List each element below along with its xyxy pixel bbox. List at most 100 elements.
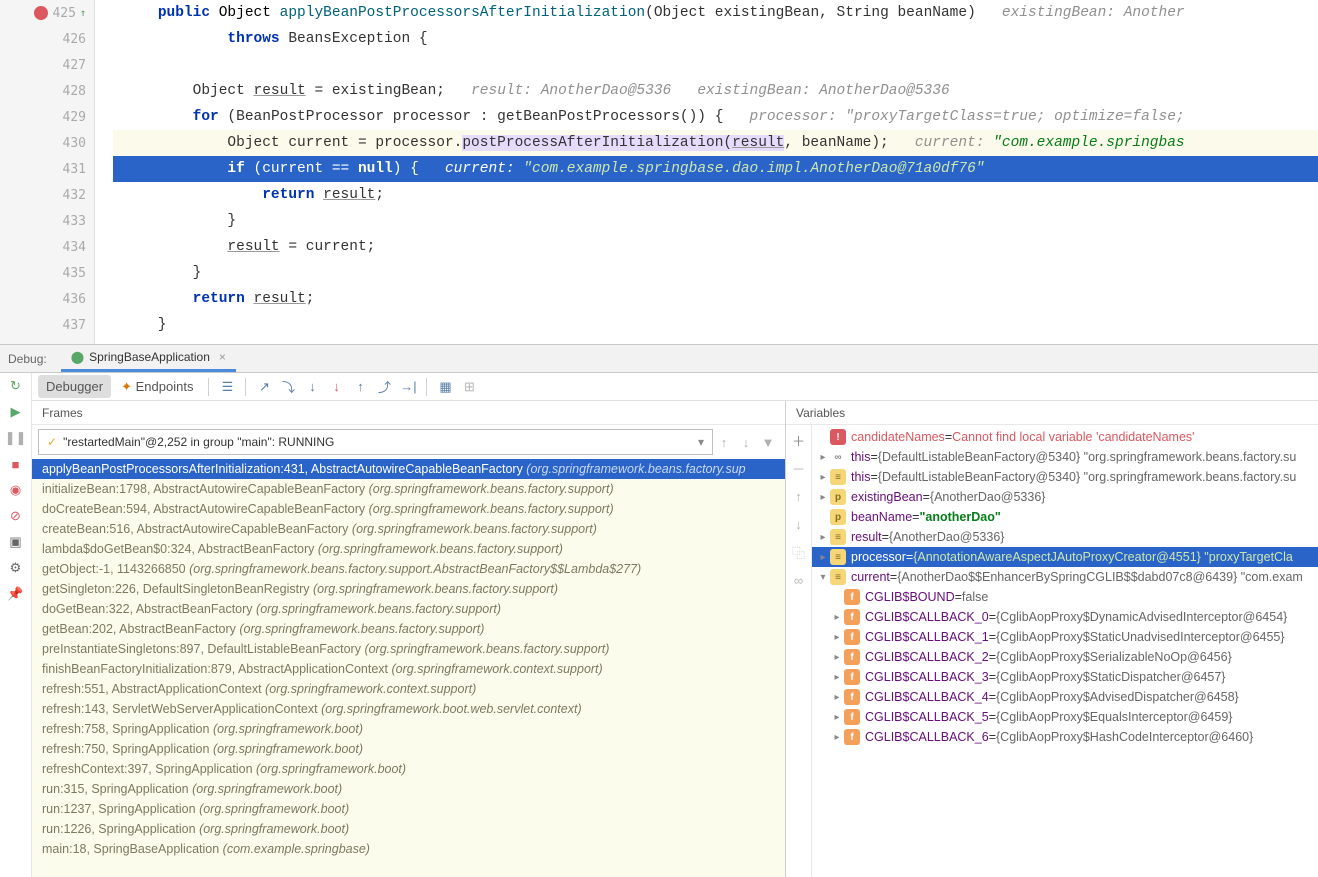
stack-frame[interactable]: initializeBean:1798, AbstractAutowireCap…	[32, 479, 785, 499]
variable-row[interactable]: fCGLIB$CALLBACK_6 = {CglibAopProxy$HashC…	[812, 727, 1318, 747]
code-line[interactable]: public Object applyBeanPostProcessorsAft…	[113, 0, 1318, 26]
code-line[interactable]: throws BeansException {	[113, 26, 1318, 52]
gutter-line[interactable]: 433	[0, 208, 94, 234]
stack-frame[interactable]: lambda$doGetBean$0:324, AbstractBeanFact…	[32, 539, 785, 559]
debug-config-tab[interactable]: ⬤ SpringBaseApplication ×	[61, 345, 236, 372]
code-line[interactable]: if (current == null) { current: "com.exa…	[113, 156, 1318, 182]
run-to-cursor-icon[interactable]: →|	[397, 376, 419, 398]
show-execution-icon[interactable]: ↗	[253, 376, 275, 398]
stack-frame[interactable]: preInstantiateSingletons:897, DefaultLis…	[32, 639, 785, 659]
step-over-icon[interactable]: ⤵	[277, 376, 299, 398]
prev-frame-icon[interactable]: ↑	[713, 431, 735, 453]
expand-icon[interactable]	[830, 632, 844, 643]
view-breakpoints-icon[interactable]: ◉	[0, 477, 32, 503]
settings-icon[interactable]: ⚙	[0, 555, 32, 581]
step-into-icon[interactable]: ↓	[301, 376, 323, 398]
stack-frame[interactable]: getObject:-1, 1143266850 (org.springfram…	[32, 559, 785, 579]
move-down-icon[interactable]: ↓	[788, 513, 810, 535]
variable-row[interactable]: fCGLIB$CALLBACK_4 = {CglibAopProxy$Advis…	[812, 687, 1318, 707]
variable-row[interactable]: pbeanName = "anotherDao"	[812, 507, 1318, 527]
expand-icon[interactable]	[830, 652, 844, 663]
stack-frame[interactable]: refresh:551, AbstractApplicationContext …	[32, 679, 785, 699]
stack-frame[interactable]: getSingleton:226, DefaultSingletonBeanRe…	[32, 579, 785, 599]
filter-icon[interactable]: ▼	[757, 431, 779, 453]
variable-row[interactable]: pexistingBean = {AnotherDao@5336}	[812, 487, 1318, 507]
expand-icon[interactable]	[830, 672, 844, 683]
stack-frame[interactable]: doCreateBean:594, AbstractAutowireCapabl…	[32, 499, 785, 519]
pin-icon[interactable]: 📌	[0, 581, 32, 607]
variable-row[interactable]: fCGLIB$CALLBACK_2 = {CglibAopProxy$Seria…	[812, 647, 1318, 667]
thread-selector[interactable]: ✓ "restartedMain"@2,252 in group "main":…	[38, 429, 713, 455]
gutter-line[interactable]: 428	[0, 78, 94, 104]
expand-icon[interactable]	[816, 552, 830, 563]
gutter-line[interactable]: 432	[0, 182, 94, 208]
expand-icon[interactable]	[816, 452, 830, 463]
duplicate-icon[interactable]: ⿻	[788, 541, 810, 563]
stop-icon[interactable]: ■	[0, 451, 32, 477]
force-step-into-icon[interactable]: ↓	[325, 376, 347, 398]
evaluate-icon[interactable]: ▦	[434, 376, 456, 398]
expand-icon[interactable]	[816, 472, 830, 483]
move-up-icon[interactable]: ↑	[788, 485, 810, 507]
variable-row[interactable]: ≡result = {AnotherDao@5336}	[812, 527, 1318, 547]
variable-row[interactable]: fCGLIB$CALLBACK_1 = {CglibAopProxy$Stati…	[812, 627, 1318, 647]
code-line[interactable]: }	[113, 312, 1318, 338]
gutter-line[interactable]: 427	[0, 52, 94, 78]
drop-frame-icon[interactable]: ⤴	[373, 376, 395, 398]
stack-frame[interactable]: refresh:758, SpringApplication (org.spri…	[32, 719, 785, 739]
expand-icon[interactable]	[816, 532, 830, 543]
variable-row[interactable]: ≡current = {AnotherDao$$EnhancerBySpring…	[812, 567, 1318, 587]
gutter-line[interactable]: 435	[0, 260, 94, 286]
variable-row[interactable]: fCGLIB$BOUND = false	[812, 587, 1318, 607]
mute-breakpoints-icon[interactable]: ⊘	[0, 503, 32, 529]
code-line[interactable]: }	[113, 260, 1318, 286]
pause-icon[interactable]: ❚❚	[0, 425, 32, 451]
expand-icon[interactable]	[830, 612, 844, 623]
stack-frame[interactable]: run:1237, SpringApplication (org.springf…	[32, 799, 785, 819]
code-line[interactable]: return result;	[113, 182, 1318, 208]
gutter-line[interactable]: 430	[0, 130, 94, 156]
variables-list[interactable]: !candidateNames = Cannot find local vari…	[812, 425, 1318, 877]
code-line[interactable]: for (BeanPostProcessor processor : getBe…	[113, 104, 1318, 130]
stack-frame[interactable]: finishBeanFactoryInitialization:879, Abs…	[32, 659, 785, 679]
rerun-icon[interactable]: ↻	[0, 373, 32, 399]
show-watches-icon[interactable]: ∞	[788, 569, 810, 591]
expand-icon[interactable]	[830, 692, 844, 703]
expand-icon[interactable]	[830, 732, 844, 743]
gutter-line[interactable]: 426	[0, 26, 94, 52]
code-line[interactable]: return result;	[113, 286, 1318, 312]
gutter-line[interactable]: 436	[0, 286, 94, 312]
camera-icon[interactable]: ▣	[0, 529, 32, 555]
stack-frame[interactable]: refresh:750, SpringApplication (org.spri…	[32, 739, 785, 759]
new-watch-icon[interactable]: ＋	[788, 429, 810, 451]
stack-frame[interactable]: main:18, SpringBaseApplication (com.exam…	[32, 839, 785, 859]
tab-debugger[interactable]: Debugger	[38, 375, 111, 398]
frames-list[interactable]: applyBeanPostProcessorsAfterInitializati…	[32, 459, 785, 877]
code-line[interactable]: }	[113, 208, 1318, 234]
gutter-line[interactable]: 425↑	[0, 0, 94, 26]
stack-frame[interactable]: getBean:202, AbstractBeanFactory (org.sp…	[32, 619, 785, 639]
expand-icon[interactable]	[816, 572, 830, 583]
code-line[interactable]: Object result = existingBean; result: An…	[113, 78, 1318, 104]
stack-frame[interactable]: doGetBean:322, AbstractBeanFactory (org.…	[32, 599, 785, 619]
gutter-line[interactable]: 434	[0, 234, 94, 260]
gutter-line[interactable]: 429	[0, 104, 94, 130]
variable-row[interactable]: ≡this = {DefaultListableBeanFactory@5340…	[812, 467, 1318, 487]
variable-row[interactable]: ≡processor = {AnnotationAwareAspectJAuto…	[812, 547, 1318, 567]
variable-row[interactable]: fCGLIB$CALLBACK_0 = {CglibAopProxy$Dynam…	[812, 607, 1318, 627]
close-icon[interactable]: ×	[219, 350, 226, 364]
variable-row[interactable]: fCGLIB$CALLBACK_3 = {CglibAopProxy$Stati…	[812, 667, 1318, 687]
stack-frame[interactable]: run:315, SpringApplication (org.springfr…	[32, 779, 785, 799]
resume-icon[interactable]: ▶	[0, 399, 32, 425]
breakpoint-icon[interactable]	[34, 6, 48, 20]
gutter-line[interactable]: 431	[0, 156, 94, 182]
code-line[interactable]: Object current = processor.postProcessAf…	[113, 130, 1318, 156]
step-out-icon[interactable]: ↑	[349, 376, 371, 398]
stack-frame[interactable]: run:1226, SpringApplication (org.springf…	[32, 819, 785, 839]
next-frame-icon[interactable]: ↓	[735, 431, 757, 453]
code-line[interactable]	[113, 52, 1318, 78]
trace-icon[interactable]: ⊞	[458, 376, 480, 398]
variable-row[interactable]: fCGLIB$CALLBACK_5 = {CglibAopProxy$Equal…	[812, 707, 1318, 727]
expand-icon[interactable]	[830, 712, 844, 723]
expand-icon[interactable]	[816, 492, 830, 503]
